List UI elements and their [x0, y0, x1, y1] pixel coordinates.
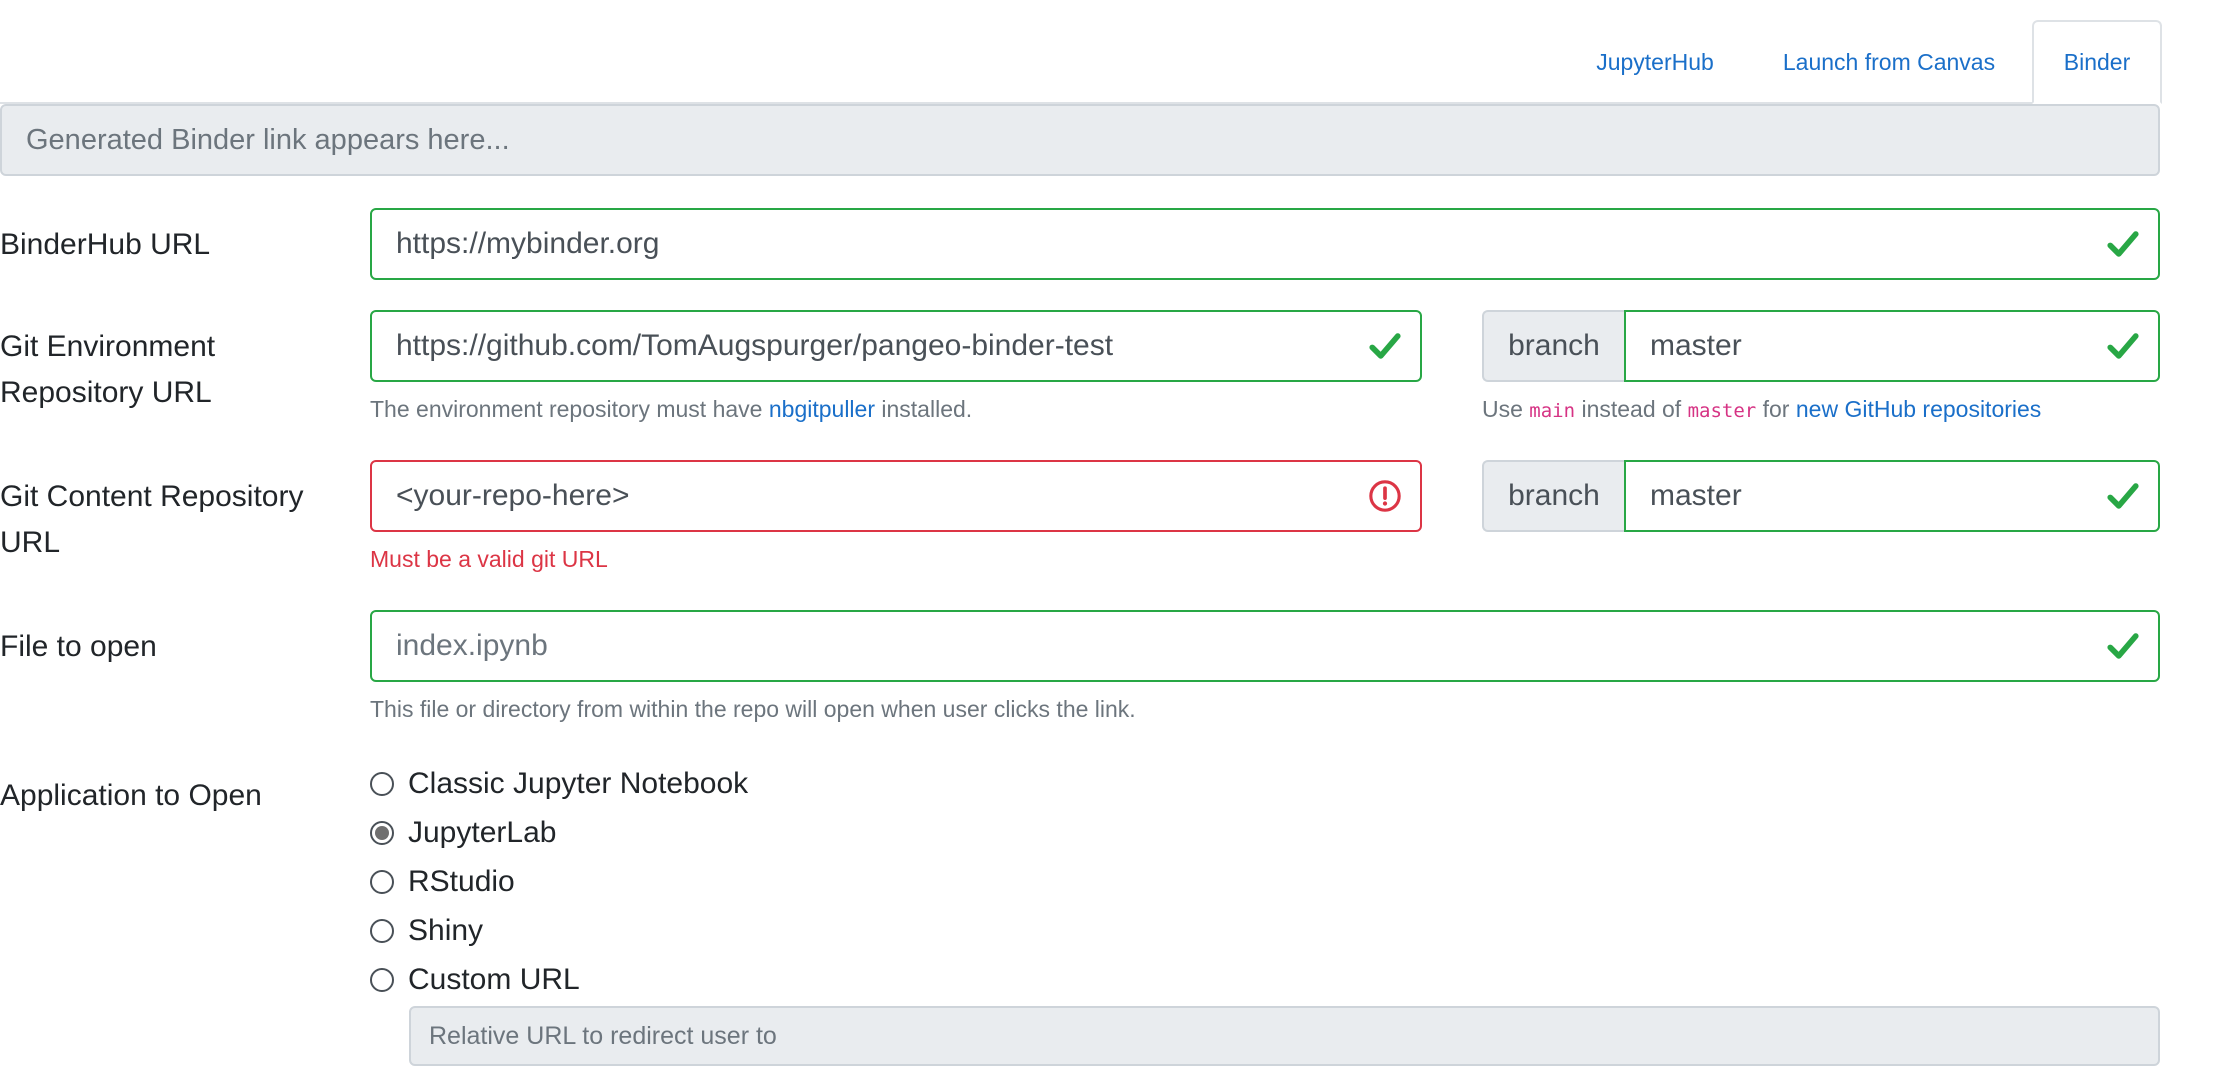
custom-url-input[interactable]: Relative URL to redirect user to — [409, 1006, 2160, 1066]
env-repo-label-line1: Git Environment — [0, 330, 216, 363]
radio-option-custom-url[interactable]: Custom URL — [370, 960, 580, 1000]
env-repo-help-prefix: The environment repository must have — [370, 396, 769, 422]
content-branch-addon: branch — [1482, 460, 1624, 532]
env-repo-input[interactable]: https://github.com/TomAugspurger/pangeo-… — [370, 310, 1422, 382]
radio-button[interactable] — [370, 919, 394, 943]
content-repo-error: Must be a valid git URL — [370, 546, 608, 572]
env-branch-addon-label: branch — [1508, 329, 1600, 362]
generated-link-placeholder: Generated Binder link appears here... — [26, 123, 510, 156]
binderhub-url-input[interactable]: https://mybinder.org — [370, 208, 2160, 280]
env-branch-value: master — [1650, 329, 1742, 362]
content-repo-label-line1: Git Content Repository — [0, 480, 304, 513]
radio-option-rstudio[interactable]: RStudio — [370, 862, 515, 902]
env-repo-help: The environment repository must have nbg… — [370, 396, 972, 423]
new-github-repos-link[interactable]: new GitHub repositories — [1796, 396, 2041, 422]
content-repo-value: <your-repo-here> — [396, 479, 630, 512]
generated-binder-link[interactable]: Generated Binder link appears here... — [0, 104, 2160, 176]
content-branch-value: master — [1650, 479, 1742, 512]
nbgitpuller-link[interactable]: nbgitpuller — [769, 396, 875, 422]
radio-label: RStudio — [408, 865, 515, 898]
file-to-open-help: This file or directory from within the r… — [370, 696, 1136, 722]
env-branch-help-t1: Use — [1482, 396, 1530, 422]
file-to-open-input[interactable]: index.ipynb — [370, 610, 2160, 682]
tab-launch-from-canvas[interactable]: Launch from Canvas — [1762, 20, 2016, 104]
file-to-open-placeholder: index.ipynb — [396, 629, 548, 662]
radio-button[interactable] — [370, 968, 394, 992]
env-branch-addon: branch — [1482, 310, 1624, 382]
valid-check-icon — [2107, 333, 2139, 359]
valid-check-icon — [1369, 333, 1401, 359]
radio-button[interactable] — [370, 870, 394, 894]
radio-label: Shiny — [408, 914, 484, 947]
code-master: master — [1687, 400, 1757, 422]
valid-check-icon — [2107, 231, 2139, 257]
error-icon — [1369, 480, 1401, 512]
content-repo-input[interactable]: <your-repo-here> — [370, 460, 1422, 532]
env-repo-label: Git Environment Repository URL — [0, 324, 215, 416]
content-repo-label: Git Content Repository URL — [0, 474, 303, 566]
content-branch-addon-label: branch — [1508, 479, 1600, 512]
radio-option-jupyterlab[interactable]: JupyterLab — [370, 813, 556, 853]
content-branch-input[interactable]: master — [1624, 460, 2160, 532]
env-repo-value: https://github.com/TomAugspurger/pangeo-… — [396, 329, 1114, 362]
radio-label: Custom URL — [408, 963, 580, 996]
env-branch-help-t2: instead of — [1575, 396, 1688, 422]
tab-label: Binder — [2063, 48, 2131, 75]
content-repo-label-line2: URL — [0, 526, 61, 559]
tab-label: Launch from Canvas — [1782, 48, 1996, 75]
radio-button[interactable] — [370, 772, 394, 796]
valid-check-icon — [2107, 483, 2139, 509]
code-main: main — [1529, 400, 1576, 422]
application-label: Application to Open — [0, 779, 262, 812]
radio-button-selected[interactable] — [370, 821, 394, 845]
file-to-open-label: File to open — [0, 630, 157, 663]
env-branch-help-t3: for — [1756, 396, 1796, 422]
env-repo-label-line2: Repository URL — [0, 376, 212, 409]
env-repo-help-suffix: installed. — [875, 396, 973, 422]
radio-label: Classic Jupyter Notebook — [408, 767, 749, 800]
radio-option-shiny[interactable]: Shiny — [370, 911, 483, 951]
env-branch-help: Use main instead of master for new GitHu… — [1482, 396, 2041, 423]
binderhub-url-label: BinderHub URL — [0, 228, 211, 261]
radio-option-classic-notebook[interactable]: Classic Jupyter Notebook — [370, 764, 748, 804]
binderhub-url-value: https://mybinder.org — [396, 227, 660, 260]
radio-label: JupyterLab — [408, 816, 557, 849]
tab-binder[interactable]: Binder — [2032, 20, 2162, 104]
custom-url-placeholder: Relative URL to redirect user to — [429, 1021, 777, 1050]
valid-check-icon — [2107, 633, 2139, 659]
tab-jupyterhub[interactable]: JupyterHub — [1570, 20, 1740, 104]
tab-label: JupyterHub — [1596, 48, 1714, 75]
env-branch-input[interactable]: master — [1624, 310, 2160, 382]
